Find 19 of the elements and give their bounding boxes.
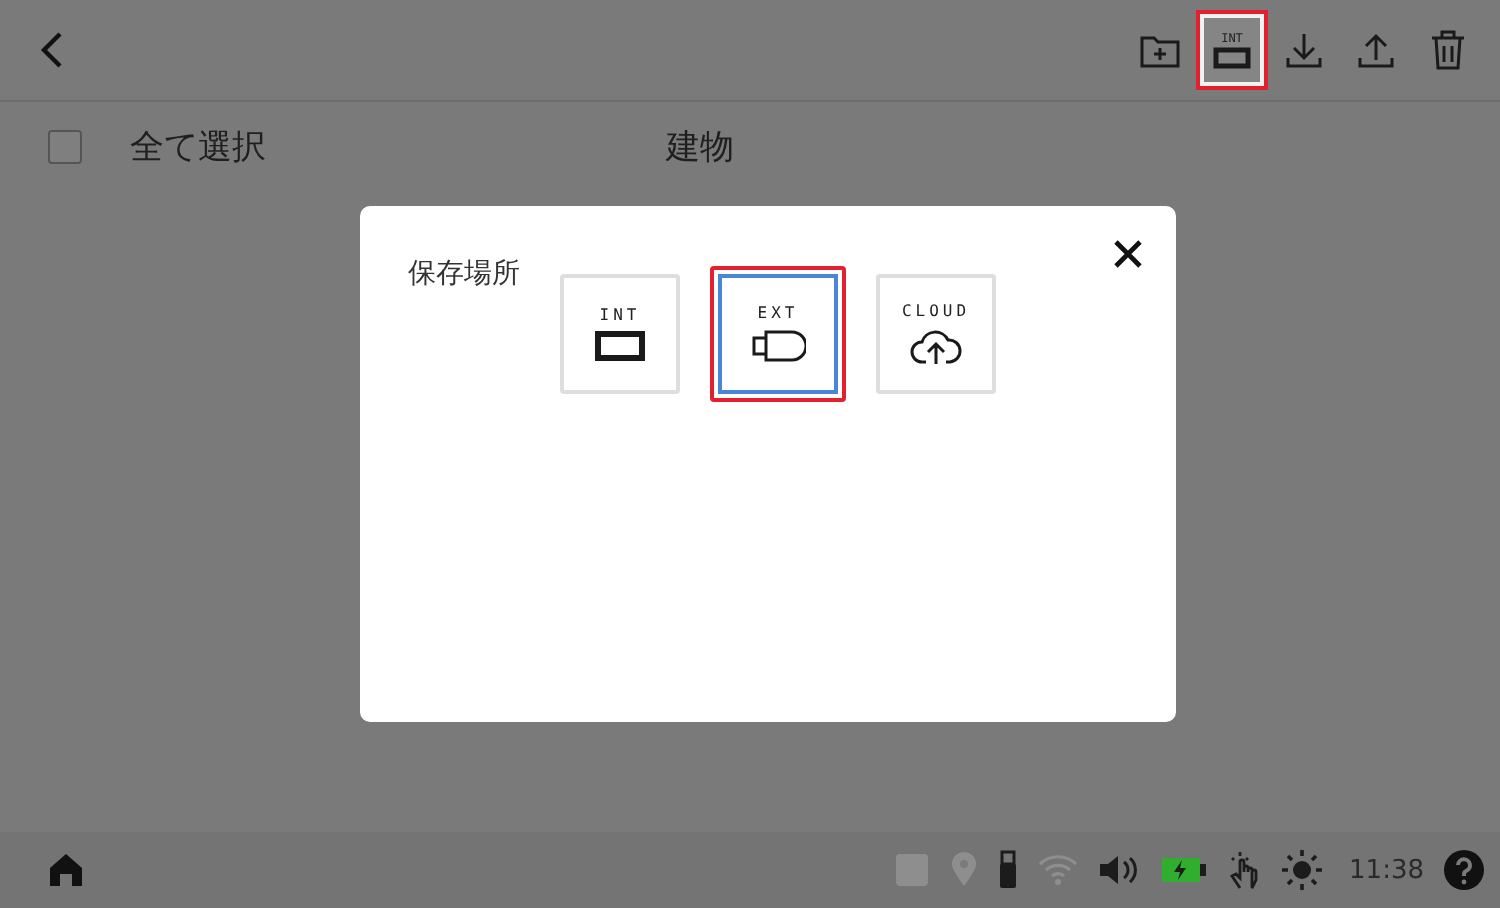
column-header: 建物	[666, 125, 734, 169]
trash-icon	[1430, 30, 1466, 70]
clock-time: 11:38	[1349, 855, 1424, 885]
storage-option[interactable]: INT	[560, 274, 680, 394]
upload-icon	[1356, 30, 1396, 70]
new-folder-icon	[1140, 32, 1180, 68]
home-icon[interactable]	[48, 852, 84, 888]
close-button[interactable]	[1112, 238, 1144, 270]
select-all-checkbox[interactable]	[48, 129, 82, 163]
download-icon	[1284, 30, 1324, 70]
card-icon	[1212, 45, 1252, 69]
select-all-label: 全て選択	[130, 125, 266, 169]
card-icon	[592, 330, 648, 362]
usb-drive-icon	[750, 328, 806, 364]
storage-option[interactable]: EXT	[710, 266, 846, 402]
help-icon[interactable]	[1444, 850, 1484, 890]
cloud-upload-icon	[908, 326, 964, 366]
storage-location-label: 保存場所	[408, 256, 520, 294]
storage-option[interactable]: CLOUD	[876, 274, 996, 394]
